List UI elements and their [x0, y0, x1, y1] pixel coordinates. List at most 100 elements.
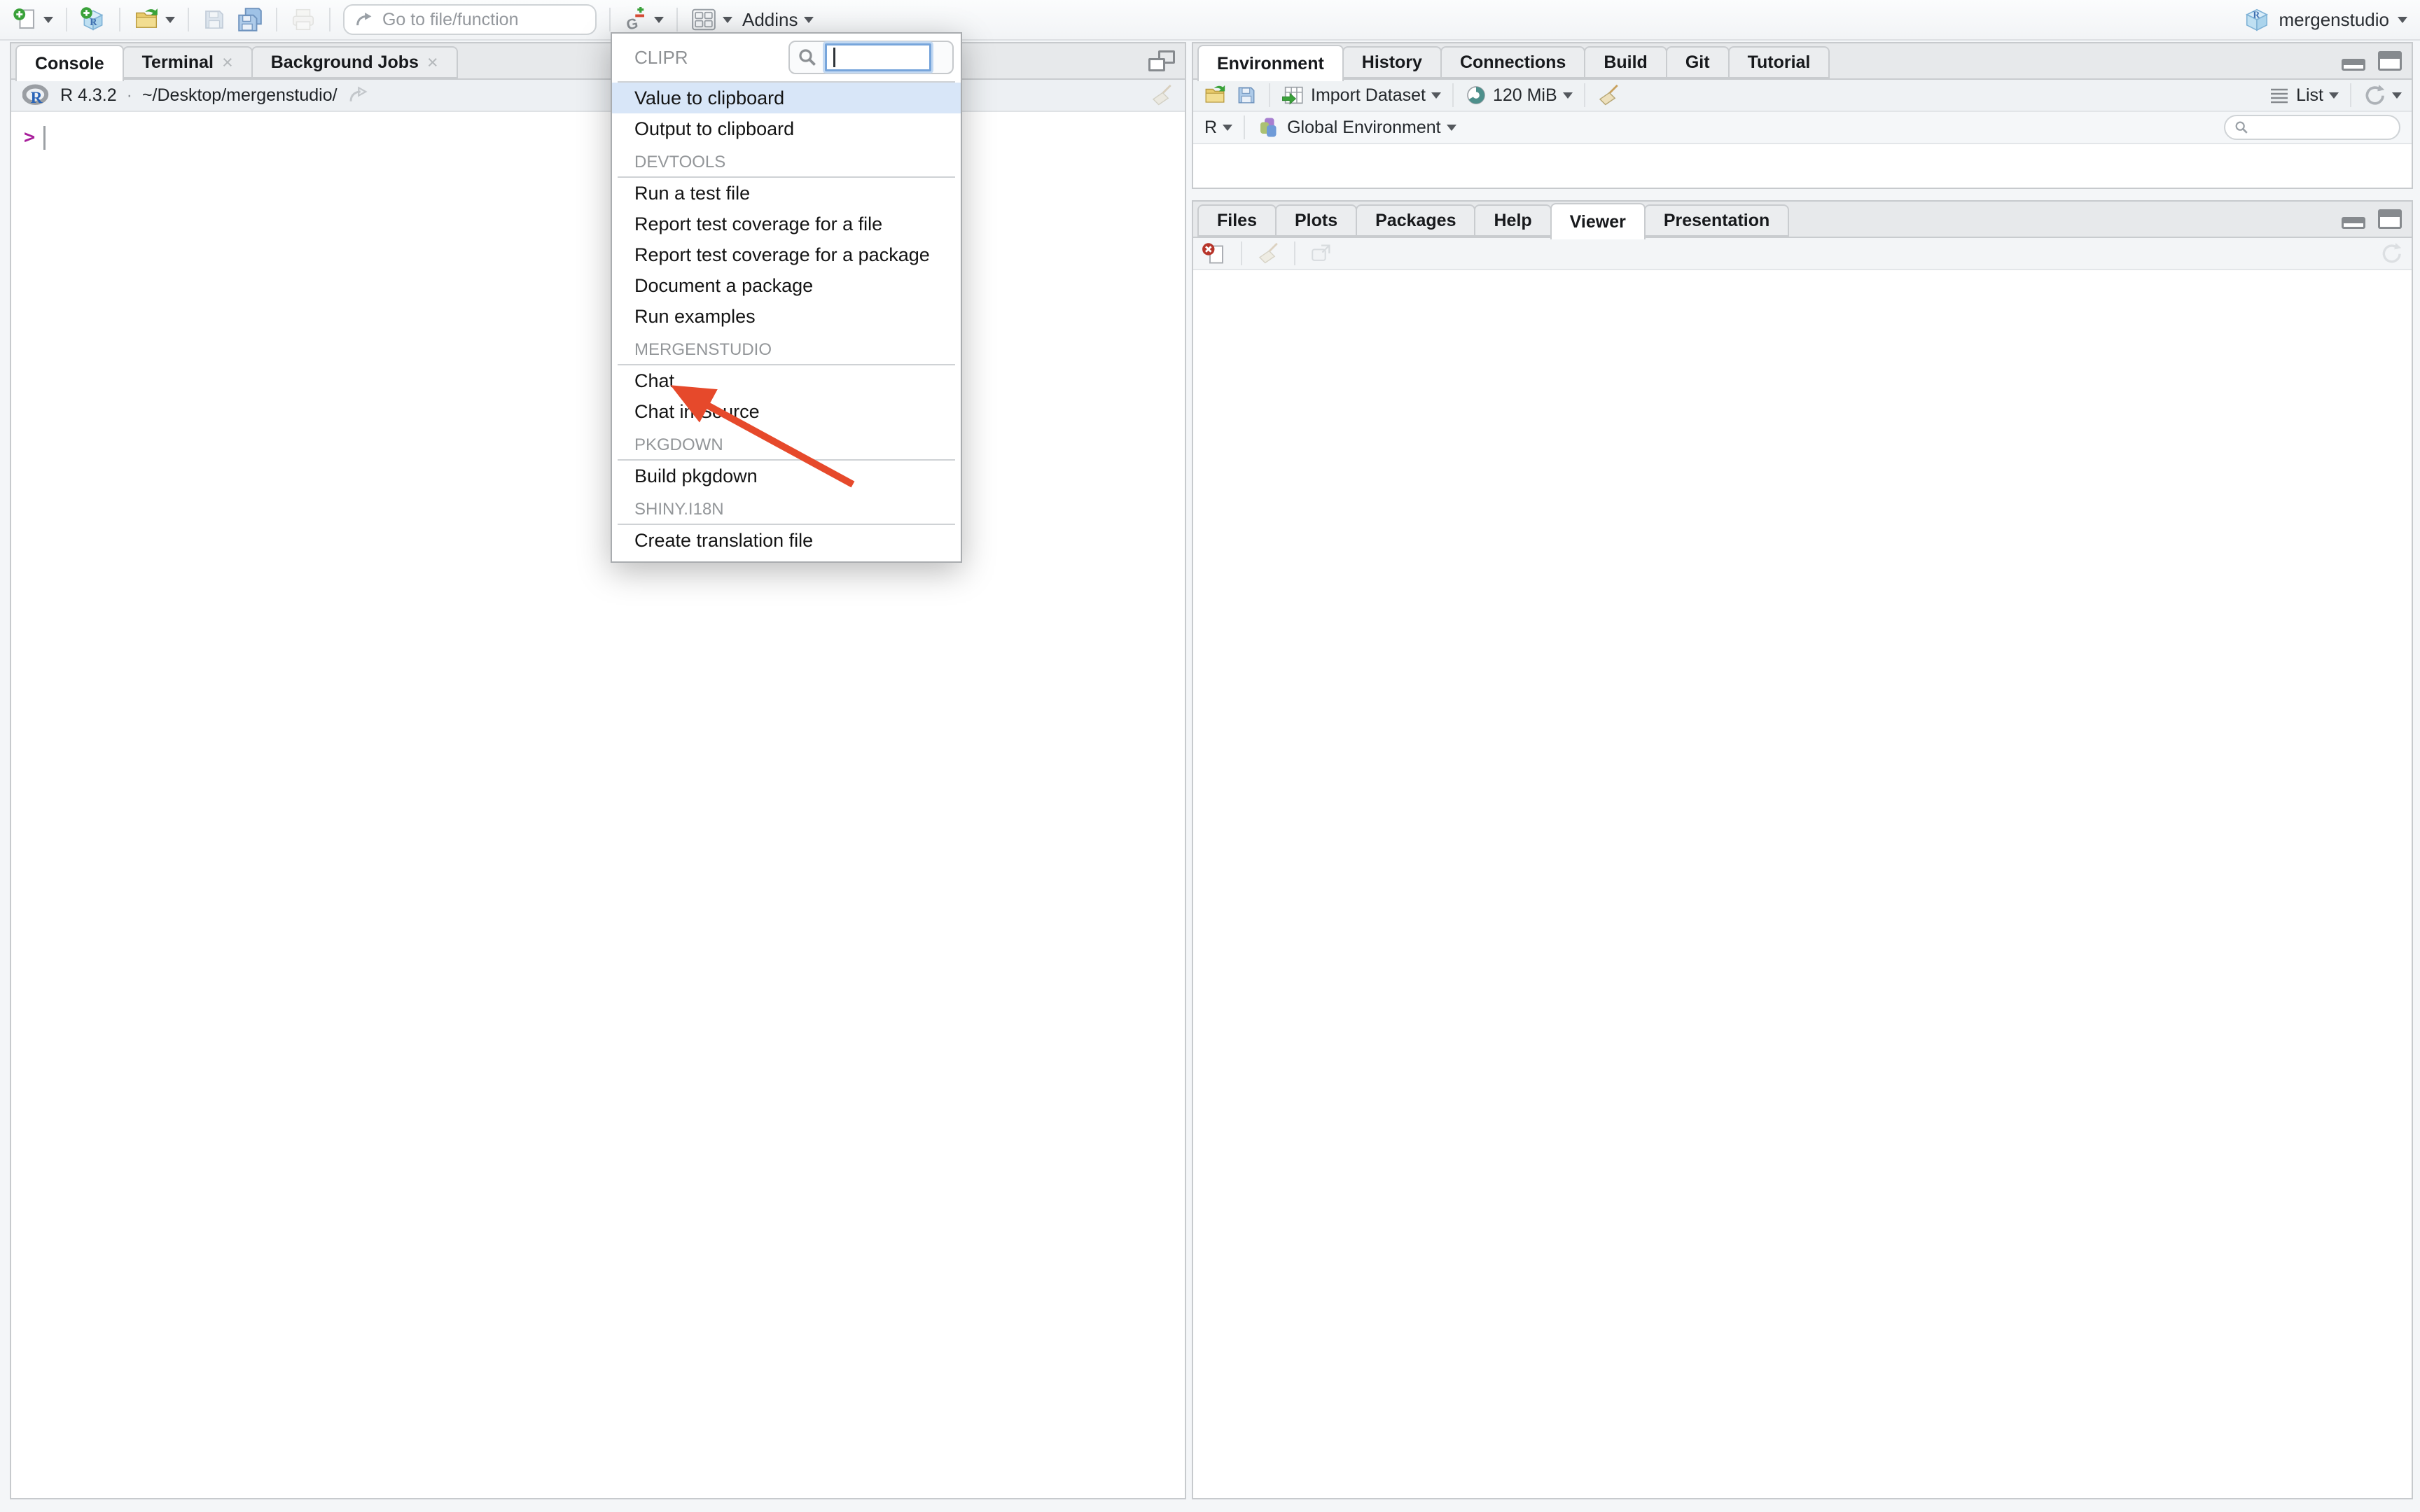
environment-content — [1193, 144, 2412, 186]
import-dataset-button[interactable]: Import Dataset — [1281, 83, 1441, 107]
list-view-label: List — [2296, 85, 2323, 106]
menu-item-chat[interactable]: Chat — [612, 365, 961, 396]
save-button[interactable] — [202, 7, 227, 32]
toolbar-divider — [1294, 241, 1295, 265]
memory-usage-button[interactable]: 120 MiB — [1465, 84, 1573, 106]
working-directory: ~/Desktop/mergenstudio/ — [142, 85, 338, 106]
open-directory-arrow-icon[interactable] — [347, 85, 368, 106]
project-selector[interactable]: R mergenstudio — [2244, 6, 2407, 33]
addins-search-input[interactable] — [825, 43, 931, 71]
tab-git[interactable]: Git — [1666, 46, 1730, 78]
tab-environment[interactable]: Environment — [1197, 45, 1344, 81]
language-selector[interactable]: R — [1204, 118, 1232, 138]
viewer-toolbar — [1193, 238, 2412, 270]
list-view-button[interactable]: List — [2268, 84, 2339, 106]
tab-viewer[interactable]: Viewer — [1550, 203, 1646, 239]
workspace-panes-button[interactable] — [690, 6, 732, 33]
viewer-pane-actions — [2342, 202, 2402, 237]
main-toolbar: R — [0, 0, 2420, 41]
menu-item-build-pkgdown[interactable]: Build pkgdown — [612, 461, 961, 491]
tab-label: Packages — [1375, 211, 1456, 231]
tab-help[interactable]: Help — [1474, 204, 1551, 237]
save-workspace-button[interactable] — [1235, 84, 1258, 106]
tab-tutorial[interactable]: Tutorial — [1728, 46, 1830, 78]
tab-plots[interactable]: Plots — [1275, 204, 1357, 237]
menu-section-header: SHINY.I18N — [612, 491, 961, 524]
minimize-pane-icon[interactable] — [2342, 59, 2365, 71]
toolbar-divider — [66, 8, 67, 31]
maximize-pane-icon[interactable] — [2378, 51, 2402, 71]
clear-viewer-icon — [1202, 241, 1227, 266]
project-name: mergenstudio — [2279, 9, 2389, 31]
menu-item-report-test-coverage-file[interactable]: Report test coverage for a file — [612, 209, 961, 239]
console-panel: Console Terminal × Background Jobs × R R… — [10, 42, 1186, 1499]
new-file-button[interactable] — [13, 7, 53, 32]
close-icon[interactable]: × — [222, 53, 233, 72]
chevron-down-icon — [1447, 125, 1456, 131]
r-logo-icon: R — [22, 84, 50, 106]
language-label: R — [1204, 118, 1217, 138]
goto-file-function-search[interactable] — [343, 4, 597, 35]
tab-background-jobs[interactable]: Background Jobs × — [251, 46, 458, 78]
menu-item-chat-in-source[interactable]: Chat in Source — [612, 396, 961, 427]
refresh-viewer-button[interactable] — [2379, 241, 2403, 265]
tab-console[interactable]: Console — [15, 45, 124, 81]
environment-search-box[interactable] — [2224, 115, 2400, 140]
text-cursor — [833, 48, 835, 67]
publish-icon — [1309, 241, 1333, 265]
menu-item-value-to-clipboard[interactable]: Value to clipboard — [612, 83, 961, 113]
tab-build[interactable]: Build — [1584, 46, 1667, 78]
menu-item-output-to-clipboard[interactable]: Output to clipboard — [612, 113, 961, 144]
open-folder-icon — [133, 6, 160, 33]
toolbar-divider — [1241, 241, 1242, 265]
menu-item-report-test-coverage-package[interactable]: Report test coverage for a package — [612, 239, 961, 270]
project-cube-icon: R — [2244, 6, 2270, 33]
save-all-button[interactable] — [237, 6, 263, 33]
svg-text:G: G — [625, 15, 639, 32]
tab-history[interactable]: History — [1342, 46, 1442, 78]
open-file-button[interactable] — [133, 6, 175, 33]
tab-label: Plots — [1295, 211, 1337, 231]
environment-scope-selector[interactable]: Global Environment — [1256, 115, 1456, 140]
toolbar-divider — [1269, 83, 1270, 107]
clear-viewer-button[interactable] — [1202, 241, 1227, 266]
refresh-environment-button[interactable] — [2363, 83, 2402, 107]
import-dataset-label: Import Dataset — [1311, 85, 1426, 106]
tab-label: Viewer — [1570, 212, 1626, 232]
addins-menu-button[interactable]: Addins — [742, 9, 814, 31]
publish-button[interactable] — [1309, 241, 1333, 265]
console-pane-actions — [1148, 43, 1175, 78]
menu-item-run-a-test-file[interactable]: Run a test file — [612, 178, 961, 209]
tab-presentation[interactable]: Presentation — [1644, 204, 1789, 237]
clean-viewer-button[interactable] — [1256, 241, 1280, 265]
maximize-pane-icon[interactable] — [2378, 209, 2402, 229]
menu-item-run-examples[interactable]: Run examples — [612, 301, 961, 332]
chevron-down-icon — [1431, 92, 1441, 99]
environment-search-input[interactable] — [2255, 117, 2391, 138]
version-control-button[interactable]: G — [623, 7, 664, 32]
clear-console-button[interactable] — [1150, 83, 1174, 107]
console-input-area[interactable]: > — [11, 112, 1185, 150]
toolbar-divider — [609, 8, 611, 31]
menu-item-create-translation-file[interactable]: Create translation file — [612, 525, 961, 556]
tab-terminal[interactable]: Terminal × — [123, 46, 253, 78]
load-workspace-button[interactable] — [1203, 83, 1227, 107]
print-button[interactable] — [290, 6, 317, 33]
minimize-pane-icon[interactable] — [2342, 217, 2365, 229]
chevron-down-icon — [2392, 92, 2402, 99]
import-dataset-icon — [1281, 83, 1305, 107]
addins-search-box[interactable] — [788, 41, 954, 74]
goto-file-input[interactable] — [381, 9, 585, 31]
new-project-button[interactable]: R — [80, 6, 106, 33]
menu-item-document-a-package[interactable]: Document a package — [612, 270, 961, 301]
tab-packages[interactable]: Packages — [1356, 204, 1475, 237]
close-icon[interactable]: × — [427, 53, 438, 72]
tab-files[interactable]: Files — [1197, 204, 1277, 237]
tab-connections[interactable]: Connections — [1440, 46, 1585, 78]
refresh-icon — [2363, 83, 2386, 107]
clear-environment-button[interactable] — [1597, 83, 1620, 107]
tab-label: Tutorial — [1748, 52, 1811, 73]
save-icon — [202, 7, 227, 32]
chevron-down-icon — [804, 17, 814, 23]
maximize-pane-icon[interactable] — [1148, 50, 1175, 71]
